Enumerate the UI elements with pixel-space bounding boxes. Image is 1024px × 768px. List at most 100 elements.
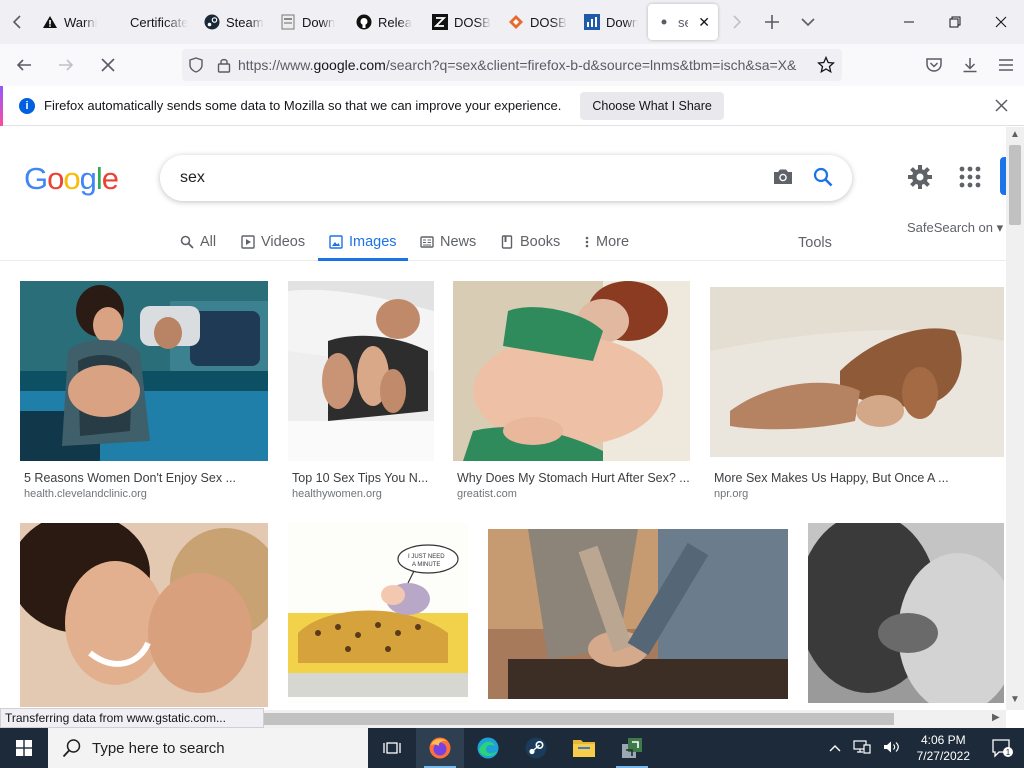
- result-thumbnail[interactable]: [488, 529, 788, 699]
- tab-news[interactable]: News: [420, 223, 476, 261]
- downloads-button[interactable]: [952, 47, 988, 83]
- info-icon: i: [19, 97, 35, 114]
- result-source[interactable]: health.clevelandclinic.org: [24, 488, 147, 500]
- lock-icon[interactable]: [210, 57, 238, 73]
- image-result[interactable]: [488, 529, 788, 707]
- image-result[interactable]: 5 Reasons Women Don't Enjoy Sex ... heal…: [20, 281, 268, 501]
- pocket-button[interactable]: [916, 47, 952, 83]
- tab-scroll-left-button[interactable]: [0, 0, 34, 44]
- result-thumbnail[interactable]: [288, 281, 434, 461]
- z-icon: [432, 14, 448, 30]
- show-hidden-icons-chevron-icon[interactable]: [823, 741, 847, 755]
- close-window-button[interactable]: [978, 0, 1024, 44]
- scroll-right-arrow-icon[interactable]: ▶: [992, 712, 1000, 723]
- network-icon[interactable]: [847, 739, 877, 757]
- browser-tab-6[interactable]: DOSB: [424, 0, 500, 44]
- close-tab-icon[interactable]: ✕: [698, 14, 710, 31]
- browser-tab-1[interactable]: Warni: [34, 0, 116, 44]
- close-notification-icon[interactable]: [995, 96, 1008, 117]
- cartoon-speech-bubble-text: A MINUTE: [412, 562, 440, 568]
- taskbar-firefox[interactable]: [416, 728, 464, 768]
- tab-label: sex: [678, 14, 689, 30]
- search-input[interactable]: sex: [180, 169, 205, 187]
- scrollbar-thumb[interactable]: [1009, 145, 1021, 225]
- result-source[interactable]: healthywomen.org: [292, 488, 382, 500]
- taskbar-installer-app[interactable]: [608, 728, 656, 768]
- tab-scroll-right-button[interactable]: [720, 0, 754, 44]
- search-icon[interactable]: [812, 166, 834, 188]
- result-thumbnail[interactable]: I JUST NEED A MINUTE: [288, 523, 468, 703]
- app-menu-button[interactable]: [988, 47, 1024, 83]
- tab-images[interactable]: Images: [318, 223, 408, 261]
- back-button[interactable]: [6, 47, 42, 83]
- google-logo[interactable]: Google: [24, 161, 119, 197]
- taskbar-clock[interactable]: 4:06 PM 7/27/2022: [907, 732, 980, 764]
- google-apps-grid-icon[interactable]: [958, 165, 982, 189]
- vertical-scrollbar[interactable]: ▲ ▼: [1006, 127, 1024, 710]
- minimize-button[interactable]: [886, 0, 932, 44]
- start-button[interactable]: [0, 728, 48, 768]
- image-result[interactable]: [808, 523, 1004, 707]
- browser-tab-active[interactable]: sex ✕: [648, 4, 718, 40]
- taskbar-search-box[interactable]: Type here to search: [48, 728, 368, 768]
- forward-button[interactable]: [48, 47, 84, 83]
- status-bar: Transferring data from www.gstatic.com..…: [0, 708, 264, 728]
- action-center-button[interactable]: 1: [980, 728, 1024, 768]
- result-source[interactable]: npr.org: [714, 488, 748, 500]
- browser-tab-4[interactable]: Down: [272, 0, 348, 44]
- tab-videos[interactable]: Videos: [241, 223, 305, 261]
- stop-loading-button[interactable]: [90, 47, 126, 83]
- new-tab-button[interactable]: [754, 0, 790, 44]
- scroll-down-arrow-icon[interactable]: ▼: [1010, 694, 1020, 705]
- tab-label: Relea: [378, 14, 412, 30]
- tools-button[interactable]: Tools: [798, 235, 832, 251]
- scroll-up-arrow-icon[interactable]: ▲: [1010, 129, 1020, 140]
- search-box[interactable]: sex: [160, 155, 852, 201]
- result-title[interactable]: Top 10 Sex Tips You N...: [292, 471, 428, 485]
- task-view-button[interactable]: [368, 728, 416, 768]
- result-thumbnail[interactable]: [453, 281, 690, 461]
- taskbar-edge[interactable]: [464, 728, 512, 768]
- image-result[interactable]: Top 10 Sex Tips You N... healthywomen.or…: [288, 281, 434, 501]
- image-result[interactable]: More Sex Makes Us Happy, But Once A ... …: [710, 281, 1004, 501]
- tab-more[interactable]: More: [584, 223, 629, 261]
- browser-tab-2[interactable]: Certificate: [116, 0, 196, 44]
- bookmark-star-icon[interactable]: [810, 56, 842, 74]
- result-thumbnail[interactable]: [20, 523, 268, 707]
- image-result[interactable]: Why Does My Stomach Hurt After Sex? ... …: [453, 281, 690, 501]
- tracking-protection-shield-icon[interactable]: [182, 57, 210, 73]
- browser-tab-5[interactable]: Relea: [348, 0, 424, 44]
- tab-label: DOSB: [530, 14, 567, 30]
- camera-search-icon[interactable]: [772, 166, 794, 188]
- safesearch-toggle[interactable]: SafeSearch on ▾: [907, 220, 1003, 236]
- browser-tab-3[interactable]: Steam: [196, 0, 272, 44]
- result-thumbnail[interactable]: [710, 281, 1004, 457]
- result-thumbnail[interactable]: [808, 523, 1004, 703]
- url-bar[interactable]: https://www.google.com/search?q=sex&clie…: [182, 49, 842, 81]
- image-result[interactable]: [20, 523, 268, 707]
- edge-icon: [477, 737, 499, 759]
- choose-what-i-share-button[interactable]: Choose What I Share: [580, 91, 724, 120]
- volume-icon[interactable]: [877, 740, 907, 757]
- download-page-icon: [280, 14, 296, 30]
- tab-books[interactable]: Books: [500, 223, 560, 261]
- result-title[interactable]: Why Does My Stomach Hurt After Sex? ...: [457, 471, 690, 485]
- taskbar-file-explorer[interactable]: [560, 728, 608, 768]
- result-title[interactable]: More Sex Makes Us Happy, But Once A ...: [714, 471, 949, 485]
- plus-icon: [765, 15, 779, 29]
- result-source[interactable]: greatist.com: [457, 488, 517, 500]
- clock-time: 4:06 PM: [920, 733, 966, 747]
- image-result[interactable]: I JUST NEED A MINUTE: [288, 523, 468, 707]
- settings-gear-icon[interactable]: [906, 163, 934, 191]
- hscroll-thumb[interactable]: [264, 713, 894, 725]
- result-title[interactable]: 5 Reasons Women Don't Enjoy Sex ...: [24, 471, 236, 485]
- tab-all[interactable]: All: [180, 223, 216, 261]
- result-thumbnail[interactable]: [20, 281, 268, 461]
- browser-tab-8[interactable]: Down: [576, 0, 646, 44]
- list-all-tabs-button[interactable]: [790, 0, 826, 44]
- loading-dot-icon: [656, 14, 672, 30]
- browser-tab-7[interactable]: DOSB: [500, 0, 576, 44]
- taskbar-steam[interactable]: [512, 728, 560, 768]
- restore-button[interactable]: [932, 0, 978, 44]
- horizontal-scrollbar[interactable]: ▶: [264, 710, 1006, 728]
